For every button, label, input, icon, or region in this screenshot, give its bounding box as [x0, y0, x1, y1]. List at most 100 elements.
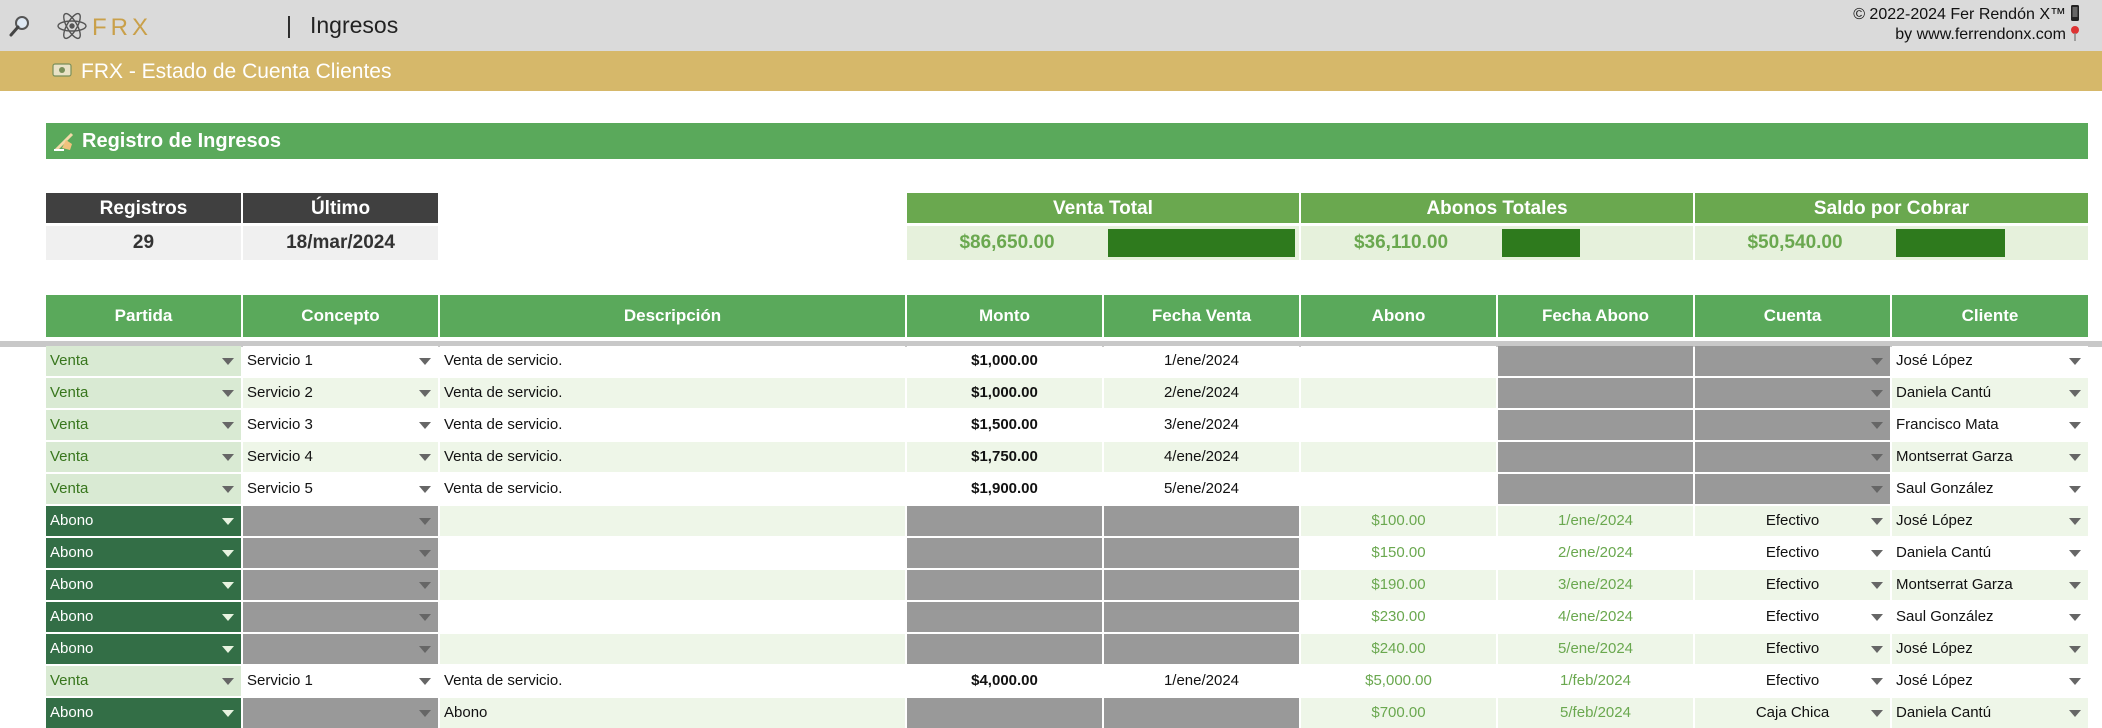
cell-fecha-abono[interactable]	[1498, 442, 1693, 472]
cell-cuenta[interactable]	[1695, 474, 1890, 504]
cell-partida[interactable]: Venta	[46, 346, 241, 376]
cell-cuenta[interactable]: Efectivo	[1695, 666, 1890, 696]
cell-cuenta[interactable]: Caja Chica	[1695, 698, 1890, 728]
col-header-cuenta[interactable]: Cuenta	[1695, 295, 1890, 337]
cell-fecha-abono[interactable]: 4/ene/2024	[1498, 602, 1693, 632]
cell-partida[interactable]: Abono	[46, 538, 241, 568]
cell-abono[interactable]	[1301, 474, 1496, 504]
cell-abono[interactable]: $190.00	[1301, 570, 1496, 600]
cell-cuenta[interactable]: Efectivo	[1695, 602, 1890, 632]
cell-concepto[interactable]	[243, 570, 438, 600]
cell-descripcion[interactable]: Venta de servicio.	[440, 378, 905, 408]
cell-descripcion[interactable]	[440, 570, 905, 600]
cell-concepto[interactable]: Servicio 3	[243, 410, 438, 440]
cell-descripcion[interactable]	[440, 506, 905, 536]
cell-abono[interactable]: $150.00	[1301, 538, 1496, 568]
cell-cuenta[interactable]	[1695, 346, 1890, 376]
cell-concepto[interactable]: Servicio 1	[243, 346, 438, 376]
cell-concepto[interactable]	[243, 506, 438, 536]
cell-fecha-venta[interactable]	[1104, 506, 1299, 536]
cell-cliente[interactable]: Daniela Cantú	[1892, 698, 2088, 728]
cell-fecha-venta[interactable]	[1104, 538, 1299, 568]
cell-abono[interactable]: $230.00	[1301, 602, 1496, 632]
cell-cliente[interactable]: Daniela Cantú	[1892, 538, 2088, 568]
cell-fecha-abono[interactable]: 1/feb/2024	[1498, 666, 1693, 696]
cell-abono[interactable]	[1301, 410, 1496, 440]
cell-fecha-abono[interactable]	[1498, 474, 1693, 504]
cell-fecha-abono[interactable]: 5/ene/2024	[1498, 634, 1693, 664]
cell-monto[interactable]: $1,000.00	[907, 346, 1102, 376]
cell-cliente[interactable]: Montserrat Garza	[1892, 442, 2088, 472]
cell-cuenta[interactable]: Efectivo	[1695, 506, 1890, 536]
cell-fecha-abono[interactable]: 3/ene/2024	[1498, 570, 1693, 600]
cell-concepto[interactable]: Servicio 4	[243, 442, 438, 472]
cell-monto[interactable]	[907, 698, 1102, 728]
cell-cliente[interactable]: Saul González	[1892, 602, 2088, 632]
cell-abono[interactable]: $100.00	[1301, 506, 1496, 536]
cell-cuenta[interactable]: Efectivo	[1695, 570, 1890, 600]
cell-abono[interactable]: $240.00	[1301, 634, 1496, 664]
cell-monto[interactable]: $4,000.00	[907, 666, 1102, 696]
cell-fecha-venta[interactable]: 2/ene/2024	[1104, 378, 1299, 408]
col-header-descripcion[interactable]: Descripción	[440, 295, 905, 337]
col-header-abono[interactable]: Abono	[1301, 295, 1496, 337]
cell-cliente[interactable]: José López	[1892, 346, 2088, 376]
cell-monto[interactable]	[907, 570, 1102, 600]
cell-cuenta[interactable]	[1695, 378, 1890, 408]
cell-fecha-venta[interactable]: 5/ene/2024	[1104, 474, 1299, 504]
cell-fecha-venta[interactable]	[1104, 634, 1299, 664]
col-header-monto[interactable]: Monto	[907, 295, 1102, 337]
cell-concepto[interactable]	[243, 538, 438, 568]
cell-fecha-abono[interactable]	[1498, 378, 1693, 408]
cell-fecha-abono[interactable]	[1498, 346, 1693, 376]
cell-cliente[interactable]: Montserrat Garza	[1892, 570, 2088, 600]
col-header-concepto[interactable]: Concepto	[243, 295, 438, 337]
cell-fecha-venta[interactable]	[1104, 570, 1299, 600]
col-header-fecha-venta[interactable]: Fecha Venta	[1104, 295, 1299, 337]
cell-monto[interactable]: $1,500.00	[907, 410, 1102, 440]
col-header-fecha-abono[interactable]: Fecha Abono	[1498, 295, 1693, 337]
cell-monto[interactable]: $1,750.00	[907, 442, 1102, 472]
cell-descripcion[interactable]: Venta de servicio.	[440, 474, 905, 504]
cell-abono[interactable]: $5,000.00	[1301, 666, 1496, 696]
cell-fecha-venta[interactable]	[1104, 602, 1299, 632]
cell-cuenta[interactable]: Efectivo	[1695, 538, 1890, 568]
cell-partida[interactable]: Abono	[46, 602, 241, 632]
cell-concepto[interactable]	[243, 698, 438, 728]
cell-fecha-venta[interactable]	[1104, 698, 1299, 728]
cell-concepto[interactable]	[243, 602, 438, 632]
cell-cuenta[interactable]: Efectivo	[1695, 634, 1890, 664]
cell-partida[interactable]: Venta	[46, 410, 241, 440]
cell-abono[interactable]	[1301, 378, 1496, 408]
cell-descripcion[interactable]	[440, 634, 905, 664]
search-icon[interactable]	[8, 14, 32, 38]
cell-abono[interactable]	[1301, 346, 1496, 376]
copyright-line-2[interactable]: by www.ferrendonx.com	[1895, 26, 2066, 43]
cell-cliente[interactable]: Daniela Cantú	[1892, 378, 2088, 408]
cell-descripcion[interactable]: Venta de servicio.	[440, 346, 905, 376]
cell-partida[interactable]: Venta	[46, 442, 241, 472]
cell-concepto[interactable]: Servicio 2	[243, 378, 438, 408]
cell-cliente[interactable]: José López	[1892, 634, 2088, 664]
cell-partida[interactable]: Abono	[46, 570, 241, 600]
cell-cuenta[interactable]	[1695, 442, 1890, 472]
cell-monto[interactable]	[907, 634, 1102, 664]
cell-fecha-venta[interactable]: 1/ene/2024	[1104, 346, 1299, 376]
col-header-cliente[interactable]: Cliente	[1892, 295, 2088, 337]
cell-abono[interactable]: $700.00	[1301, 698, 1496, 728]
cell-partida[interactable]: Venta	[46, 666, 241, 696]
cell-fecha-abono[interactable]: 5/feb/2024	[1498, 698, 1693, 728]
col-header-partida[interactable]: Partida	[46, 295, 241, 337]
cell-cliente[interactable]: Saul González	[1892, 474, 2088, 504]
cell-descripcion[interactable]: Abono	[440, 698, 905, 728]
cell-cliente[interactable]: Francisco Mata	[1892, 410, 2088, 440]
cell-fecha-venta[interactable]: 1/ene/2024	[1104, 666, 1299, 696]
cell-descripcion[interactable]: Venta de servicio.	[440, 410, 905, 440]
cell-partida[interactable]: Abono	[46, 506, 241, 536]
cell-fecha-abono[interactable]	[1498, 410, 1693, 440]
cell-partida[interactable]: Venta	[46, 378, 241, 408]
cell-fecha-venta[interactable]: 4/ene/2024	[1104, 442, 1299, 472]
cell-cliente[interactable]: José López	[1892, 506, 2088, 536]
cell-fecha-abono[interactable]: 2/ene/2024	[1498, 538, 1693, 568]
cell-abono[interactable]	[1301, 442, 1496, 472]
